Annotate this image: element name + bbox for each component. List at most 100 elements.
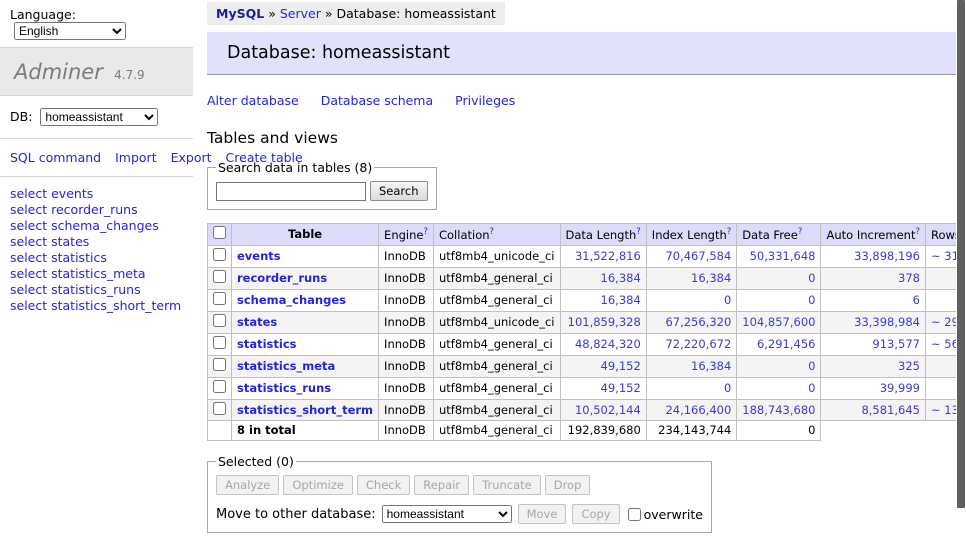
column-header-index-length: Index Length?: [646, 224, 737, 246]
total-cell: 234,143,744: [646, 421, 737, 441]
help-link[interactable]: ?: [636, 227, 641, 237]
table-name-link[interactable]: statistics_meta: [237, 359, 335, 373]
table-name-link[interactable]: statistics: [237, 337, 297, 351]
truncate-button[interactable]: Truncate: [473, 475, 541, 495]
check-button[interactable]: Check: [357, 475, 410, 495]
sidebar-item-select-events: select events: [10, 186, 193, 202]
value-link[interactable]: 67,256,320: [665, 315, 731, 329]
repair-button[interactable]: Repair: [414, 475, 469, 495]
value-link[interactable]: 24,166,400: [665, 403, 731, 417]
value-link[interactable]: 16,384: [691, 359, 731, 373]
move-db-select[interactable]: homeassistant: [382, 505, 512, 523]
sidebar-item-select-statistics-short-term: select statistics_short_term: [10, 298, 193, 314]
row-checkbox[interactable]: [213, 336, 226, 349]
cell-data-free: 50,331,648: [737, 245, 821, 267]
search-input[interactable]: [216, 182, 366, 201]
value-link[interactable]: 33,398,984: [854, 315, 920, 329]
row-checkbox-cell: [208, 311, 232, 333]
value-link[interactable]: 101,859,328: [568, 315, 641, 329]
select-all-checkbox[interactable]: [213, 226, 226, 239]
value-link[interactable]: 0: [808, 381, 815, 395]
value-link[interactable]: 39,999: [880, 381, 920, 395]
copy-button[interactable]: Copy: [572, 504, 619, 524]
value-link[interactable]: 8,581,645: [861, 403, 920, 417]
help-link[interactable]: ?: [798, 227, 803, 237]
sidebar-link-import[interactable]: Import: [115, 150, 157, 165]
value-link[interactable]: 48,824,320: [575, 337, 641, 351]
row-checkbox[interactable]: [213, 380, 226, 393]
select-table-link[interactable]: select recorder_runs: [10, 202, 138, 217]
help-link[interactable]: ?: [423, 227, 428, 237]
optimize-button[interactable]: Optimize: [283, 475, 353, 495]
analyze-button[interactable]: Analyze: [216, 475, 279, 495]
value-link[interactable]: 49,152: [601, 381, 641, 395]
help-link[interactable]: ?: [490, 227, 495, 237]
value-link[interactable]: 10,502,144: [575, 403, 641, 417]
value-link[interactable]: 0: [724, 293, 731, 307]
overwrite-checkbox[interactable]: [628, 508, 641, 521]
drop-button[interactable]: Drop: [545, 475, 591, 495]
value-link[interactable]: 70,467,584: [665, 249, 731, 263]
value-link[interactable]: 0: [808, 359, 815, 373]
cell-data-length: 31,522,816: [560, 245, 646, 267]
value-link[interactable]: 0: [808, 293, 815, 307]
action-link-database-schema[interactable]: Database schema: [321, 93, 433, 108]
value-link[interactable]: 16,384: [601, 293, 641, 307]
row-checkbox[interactable]: [213, 248, 226, 261]
select-table-link[interactable]: select statistics: [10, 250, 107, 265]
value-link[interactable]: 325: [898, 359, 920, 373]
action-link-privileges[interactable]: Privileges: [455, 93, 515, 108]
value-link[interactable]: 6: [913, 293, 920, 307]
breadcrumb-server-link[interactable]: Server: [280, 6, 321, 21]
table-name-link[interactable]: recorder_runs: [237, 271, 327, 285]
help-link[interactable]: ?: [727, 227, 732, 237]
select-table-link[interactable]: select schema_changes: [10, 218, 159, 233]
action-link-alter-database[interactable]: Alter database: [207, 93, 299, 108]
row-checkbox[interactable]: [213, 270, 226, 283]
value-link[interactable]: 104,857,600: [742, 315, 815, 329]
value-link[interactable]: 378: [898, 271, 920, 285]
total-cell: 0: [737, 421, 821, 441]
row-checkbox[interactable]: [213, 358, 226, 371]
value-link[interactable]: 16,384: [691, 271, 731, 285]
value-link[interactable]: 49,152: [601, 359, 641, 373]
cell-auto-increment: 33,398,984: [821, 311, 926, 333]
row-checkbox[interactable]: [213, 292, 226, 305]
row-checkbox[interactable]: [213, 314, 226, 327]
value-link[interactable]: 33,898,196: [854, 249, 920, 263]
value-link[interactable]: 913,577: [872, 337, 920, 351]
database-action-links: Alter database Database schema Privileges: [207, 93, 966, 108]
value-link[interactable]: 0: [724, 381, 731, 395]
db-select[interactable]: homeassistant: [40, 108, 158, 126]
language-select[interactable]: English: [14, 22, 126, 40]
cell-auto-increment: 33,898,196: [821, 245, 926, 267]
select-table-link[interactable]: select statistics_runs: [10, 282, 141, 297]
cell-collation: utf8mb4_unicode_ci: [433, 245, 560, 267]
value-link[interactable]: 6,291,456: [757, 337, 816, 351]
select-table-link[interactable]: select statistics_meta: [10, 266, 146, 281]
sidebar-link-sql-command[interactable]: SQL command: [10, 150, 101, 165]
table-name-link[interactable]: statistics_short_term: [237, 403, 373, 417]
help-link[interactable]: ?: [915, 227, 920, 237]
table-name-link[interactable]: states: [237, 315, 277, 329]
breadcrumb-mysql-link[interactable]: MySQL: [216, 6, 264, 21]
value-link[interactable]: 16,384: [601, 271, 641, 285]
select-table-link[interactable]: select statistics_short_term: [10, 298, 181, 313]
table-name-link[interactable]: events: [237, 249, 281, 263]
search-button[interactable]: Search: [370, 181, 428, 201]
table-name-link[interactable]: schema_changes: [237, 293, 346, 307]
scrollbar-thumb[interactable]: [957, 0, 965, 508]
value-link[interactable]: 31,522,816: [575, 249, 641, 263]
column-header-data-length: Data Length?: [560, 224, 646, 246]
value-link[interactable]: 50,331,648: [750, 249, 816, 263]
value-link[interactable]: 188,743,680: [742, 403, 815, 417]
value-link[interactable]: 0: [808, 271, 815, 285]
select-table-link[interactable]: select states: [10, 234, 89, 249]
row-checkbox[interactable]: [213, 402, 226, 415]
select-table-link[interactable]: select events: [10, 186, 93, 201]
vertical-scrollbar[interactable]: [956, 0, 966, 543]
value-link[interactable]: 72,220,672: [665, 337, 731, 351]
move-button[interactable]: Move: [518, 504, 567, 524]
table-name-link[interactable]: statistics_runs: [237, 381, 331, 395]
total-empty-cell: [821, 421, 926, 441]
